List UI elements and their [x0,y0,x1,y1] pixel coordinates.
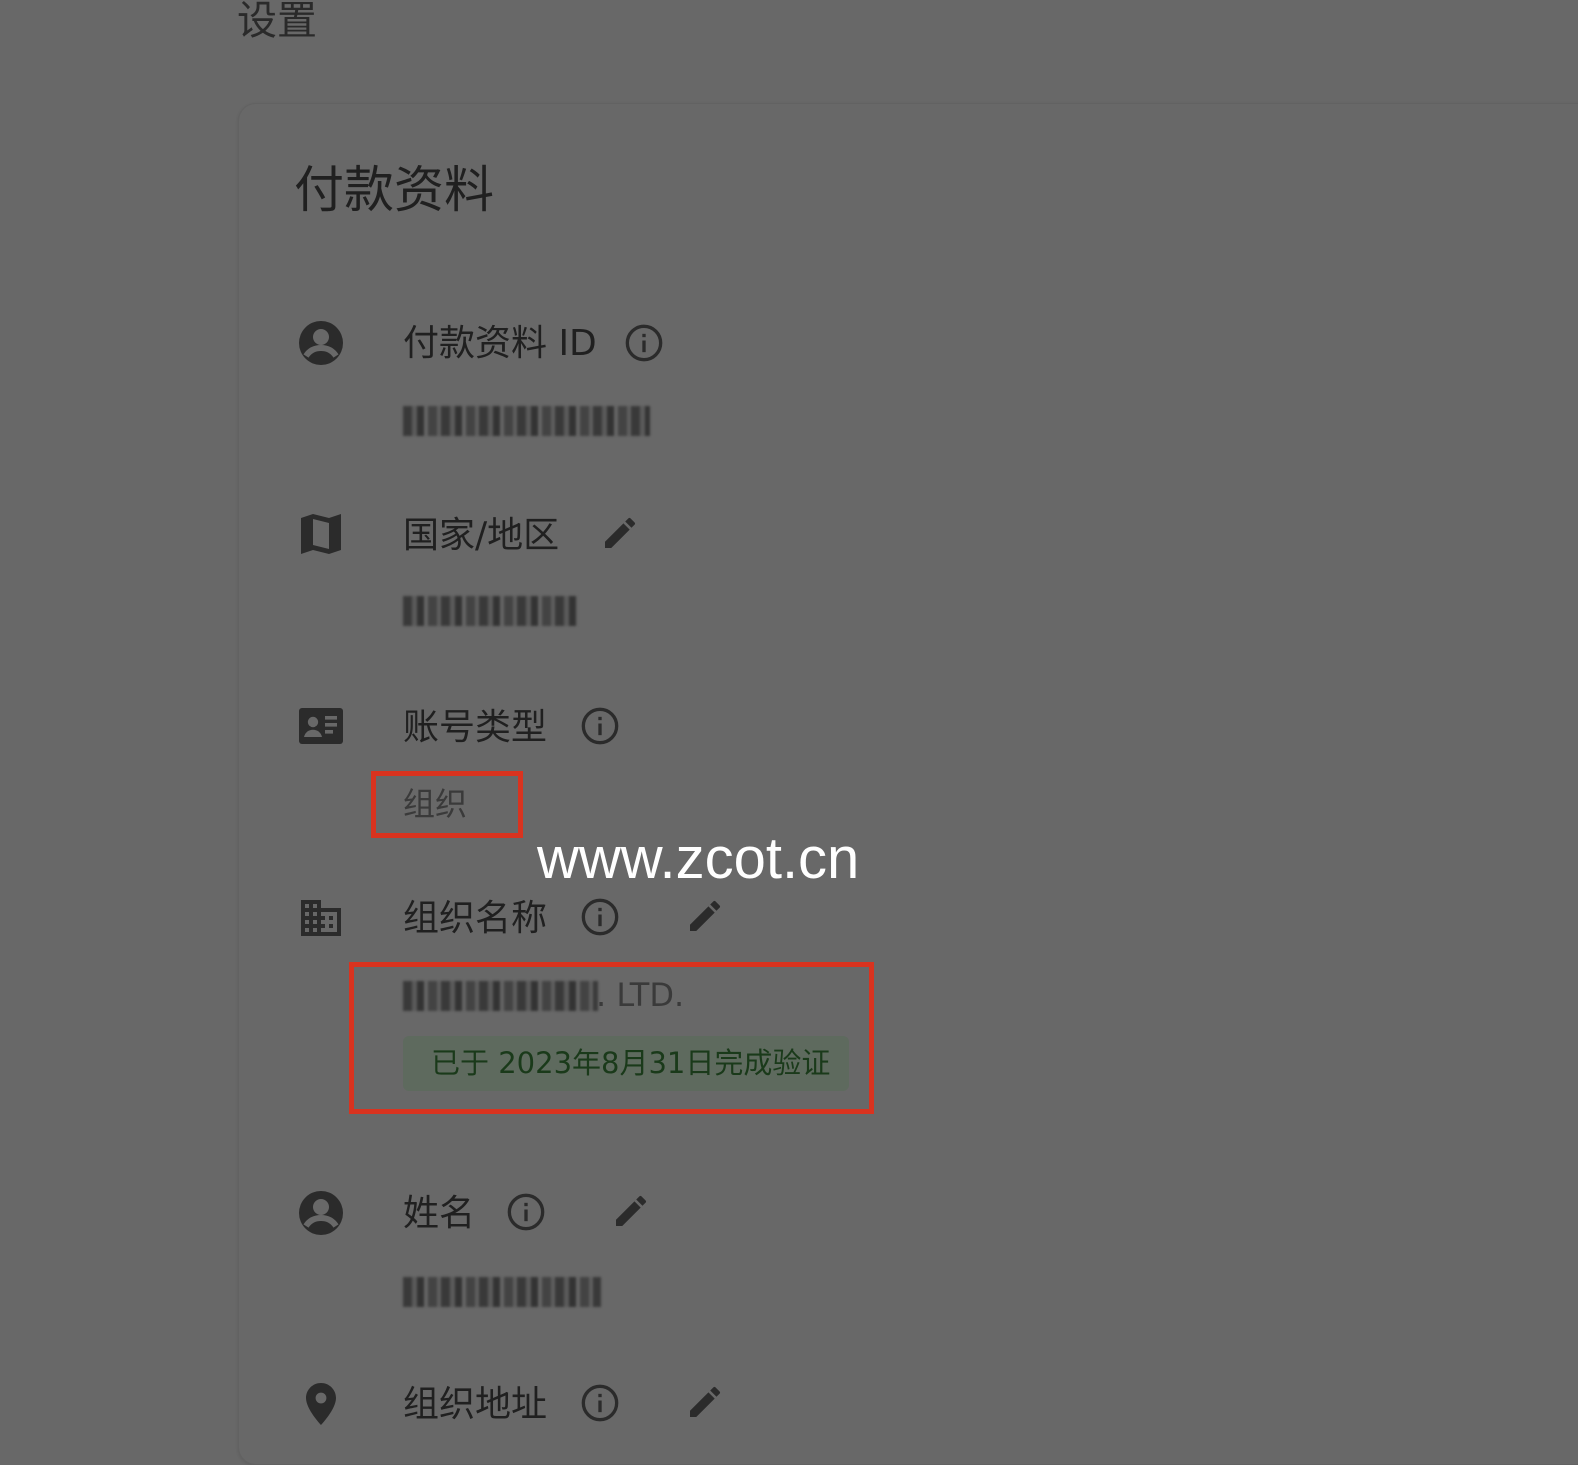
name-label: 姓名 [403,1193,476,1234]
map-icon [297,510,345,558]
payment-profile-id-label: 付款资料 ID [403,323,597,364]
organization-name-info-icon[interactable] [580,897,620,937]
country-region-edit-icon[interactable] [600,513,640,553]
contact-card-icon [297,702,345,750]
organization-name-label: 组织名称 [403,898,548,939]
account-type-label: 账号类型 [403,707,548,748]
location-pin-icon [297,1380,345,1428]
watermark-text: www.zcot.cn [537,826,860,891]
organization-address-edit-icon[interactable] [685,1382,725,1422]
organization-name-highlight [349,962,874,1114]
country-region-label: 国家/地区 [403,515,560,556]
business-building-icon [297,894,345,942]
name-edit-icon[interactable] [611,1191,651,1231]
account-type-info-icon[interactable] [580,706,620,746]
country-region-value-redacted [403,596,578,626]
organization-address-info-icon[interactable] [580,1383,620,1423]
organization-address-label: 组织地址 [403,1384,548,1425]
account-type-highlight [371,771,523,838]
organization-name-edit-icon[interactable] [685,896,725,936]
account-circle-icon [297,319,345,367]
account-circle-icon [297,1189,345,1237]
card-title: 付款资料 [294,161,494,219]
payment-profile-id-info-icon[interactable] [624,323,664,363]
payment-profile-id-value-redacted [403,406,650,436]
name-value-redacted [403,1277,601,1307]
page-title: 设置 [237,0,317,44]
name-info-icon[interactable] [506,1192,546,1232]
